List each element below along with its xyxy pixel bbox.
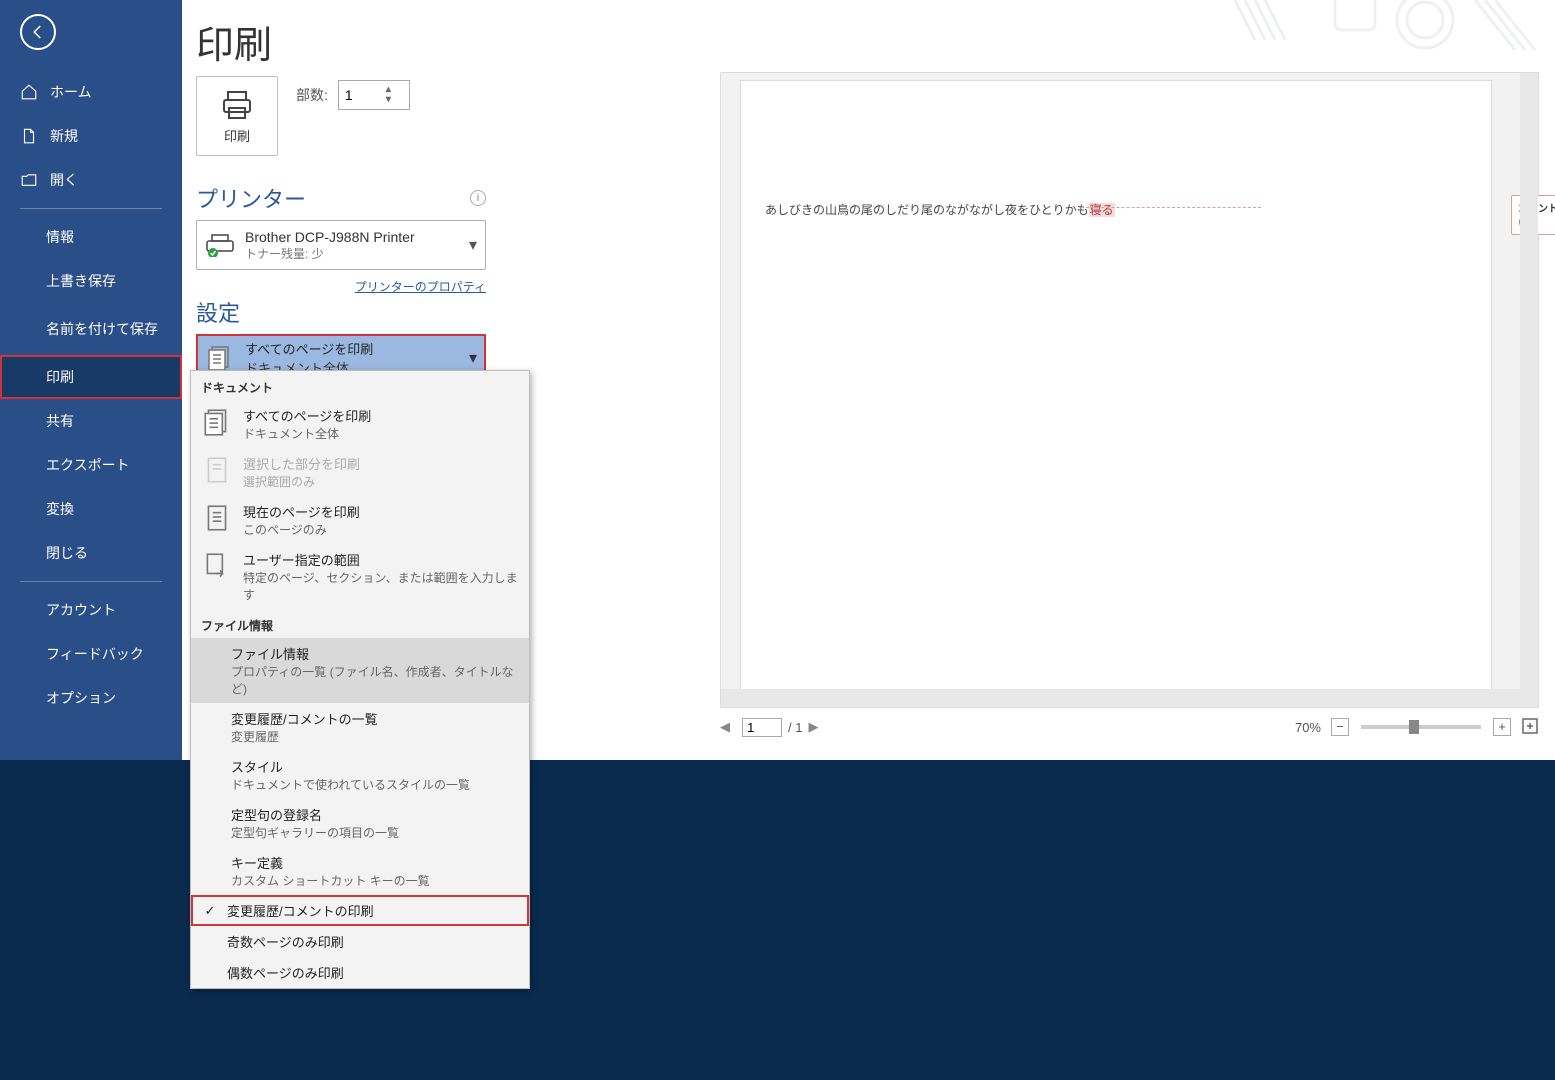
page-total: / 1 — [788, 720, 802, 735]
nav-label: 変換 — [46, 499, 74, 519]
preview-h-scrollbar[interactable] — [721, 689, 1538, 707]
back-button[interactable] — [20, 14, 56, 50]
nav-open[interactable]: 開く — [0, 158, 182, 202]
nav-separator — [20, 581, 162, 582]
page-icon — [201, 502, 233, 534]
print-button[interactable]: 印刷 — [196, 76, 278, 156]
menu-item-print-custom[interactable]: ユーザー指定の範囲特定のページ、セクション、または範囲を入力します — [191, 544, 529, 609]
nav-home[interactable]: ホーム — [0, 70, 182, 114]
chevron-down-icon: ▾ — [469, 235, 477, 255]
document-text: あしびきの山鳥の尾のしだり尾のながながし夜をひとりかも寝る — [765, 201, 1115, 218]
nav-label: オプション — [46, 688, 116, 708]
zoom-slider[interactable] — [1361, 725, 1481, 729]
nav-share[interactable]: 共有 — [0, 399, 182, 443]
check-icon: ✓ — [201, 903, 219, 919]
printer-device-icon — [205, 233, 235, 257]
printer-status: トナー残量: 少 — [245, 245, 469, 262]
print-what-menu: ドキュメント すべてのページを印刷ドキュメント全体 選択した部分を印刷選択範囲の… — [190, 370, 530, 989]
page-number-input[interactable] — [742, 718, 782, 737]
zoom-out-button[interactable]: − — [1331, 718, 1349, 736]
menu-category: ドキュメント — [191, 371, 529, 400]
nav-export[interactable]: エクスポート — [0, 443, 182, 487]
menu-item-autotext[interactable]: 定型句の登録名定型句ギャラリーの項目の一覧 — [191, 799, 529, 847]
page-icon — [201, 454, 233, 486]
preview-status-bar: ◀ / 1 ▶ 70% − + — [720, 712, 1539, 742]
nav-label: フィードバック — [46, 644, 144, 664]
nav-label: 上書き保存 — [46, 271, 116, 291]
nav-label: 名前を付けて保存 — [46, 319, 158, 339]
printer-heading: プリンター — [196, 182, 306, 214]
nav-label: ホーム — [50, 82, 92, 102]
print-preview-pane: あしびきの山鳥の尾のしだり尾のながながし夜をひとりかも寝る コメントの追加 []… — [720, 72, 1539, 708]
nav-save-as[interactable]: 名前を付けて保存 — [0, 303, 182, 355]
nav-transform[interactable]: 変換 — [0, 487, 182, 531]
nav-label: 情報 — [46, 227, 74, 247]
nav-label: アカウント — [46, 600, 116, 620]
nav-options[interactable]: オプション — [0, 676, 182, 720]
zoom-fit-button[interactable] — [1521, 717, 1539, 738]
home-icon — [20, 83, 38, 101]
nav-label: 印刷 — [46, 367, 74, 387]
nav-close[interactable]: 閉じる — [0, 531, 182, 575]
backstage-sidebar: ホーム 新規 開く 情報 上書き保存 名前を付けて保存 印刷 共有 エクスポート… — [0, 0, 182, 760]
preview-page: あしびきの山鳥の尾のしだり尾のながながし夜をひとりかも寝る コメントの追加 []… — [741, 81, 1491, 691]
printer-icon — [220, 88, 254, 122]
page-arrow-icon — [201, 550, 233, 582]
nav-print[interactable]: 印刷 — [0, 355, 182, 399]
menu-category: ファイル情報 — [191, 609, 529, 638]
settings-heading: 設定 — [196, 296, 486, 328]
menu-item-file-info[interactable]: ファイル情報プロパティの一覧 (ファイル名、作成者、タイトルなど) — [191, 638, 529, 703]
printer-info-icon[interactable]: i — [470, 190, 486, 206]
pages-icon — [201, 406, 233, 438]
nav-label: 共有 — [46, 411, 74, 431]
nav-separator — [20, 208, 162, 209]
nav-new[interactable]: 新規 — [0, 114, 182, 158]
printer-properties-link[interactable]: プリンターのプロパティ — [196, 278, 486, 295]
printer-section: プリンター i Brother DCP-J988N Printer トナー残量:… — [196, 182, 486, 295]
menu-check-odd-pages[interactable]: 奇数ページのみ印刷 — [191, 926, 529, 957]
pages-icon — [205, 343, 235, 373]
menu-item-print-current[interactable]: 現在のページを印刷このページのみ — [191, 496, 529, 544]
nav-label: 閉じる — [46, 543, 88, 563]
next-page-button[interactable]: ▶ — [808, 719, 824, 735]
page-title: 印刷 — [182, 0, 1555, 69]
menu-item-print-all[interactable]: すべてのページを印刷ドキュメント全体 — [191, 400, 529, 448]
copies-label: 部数: — [296, 85, 328, 105]
menu-item-styles[interactable]: スタイルドキュメントで使われているスタイルの一覧 — [191, 751, 529, 799]
zoom-percent-label: 70% — [1295, 720, 1321, 735]
menu-check-print-markup[interactable]: ✓ 変更履歴/コメントの印刷 — [191, 895, 529, 926]
nav-info[interactable]: 情報 — [0, 215, 182, 259]
printer-name: Brother DCP-J988N Printer — [245, 229, 469, 245]
comment-connector — [1081, 207, 1261, 208]
nav-label: 新規 — [50, 126, 78, 146]
nav-label: 開く — [50, 170, 78, 190]
menu-item-print-selection: 選択した部分を印刷選択範囲のみ — [191, 448, 529, 496]
menu-check-even-pages[interactable]: 偶数ページのみ印刷 — [191, 957, 529, 988]
preview-v-scrollbar[interactable] — [1520, 73, 1538, 689]
nav-save[interactable]: 上書き保存 — [0, 259, 182, 303]
printer-selector[interactable]: Brother DCP-J988N Printer トナー残量: 少 ▾ — [196, 220, 486, 270]
nav-feedback[interactable]: フィードバック — [0, 632, 182, 676]
copies-spinner-down[interactable]: ▾ — [374, 95, 403, 105]
new-icon — [20, 127, 38, 145]
menu-item-key-assign[interactable]: キー定義カスタム ショートカット キーの一覧 — [191, 847, 529, 895]
print-what-line1: すべてのページを印刷 — [245, 339, 469, 358]
chevron-down-icon: ▾ — [469, 348, 477, 368]
prev-page-button[interactable]: ◀ — [720, 719, 736, 735]
zoom-in-button[interactable]: + — [1493, 718, 1511, 736]
nav-account[interactable]: アカウント — [0, 588, 182, 632]
open-icon — [20, 171, 38, 189]
copies-value: 1 — [345, 87, 374, 103]
menu-item-markup-list[interactable]: 変更履歴/コメントの一覧変更履歴 — [191, 703, 529, 751]
print-button-label: 印刷 — [224, 126, 250, 145]
nav-label: エクスポート — [46, 455, 130, 475]
copies-input[interactable]: 1 ▴ ▾ — [338, 80, 410, 110]
copies-field: 部数: 1 ▴ ▾ — [296, 80, 410, 110]
